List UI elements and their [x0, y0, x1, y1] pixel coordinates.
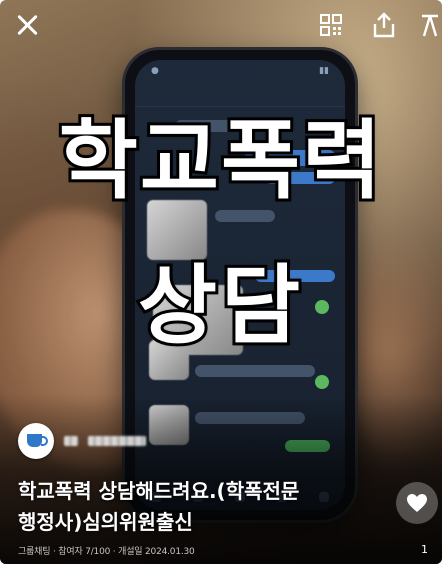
host-row[interactable]: [18, 423, 146, 459]
post-caption: 학교폭력 상담해드려요.(학폭전문 행정사)심의위원출신: [18, 479, 300, 534]
post-meta: 그룹채팅 · 참여자 7/100 · 개설일 2024.01.30: [18, 547, 195, 557]
host-name-blurred: [64, 436, 78, 446]
phone-message: [195, 365, 315, 377]
share-icon[interactable]: [372, 12, 396, 38]
like-button[interactable]: [396, 482, 438, 524]
close-icon[interactable]: [14, 12, 40, 38]
coffee-cup-icon: [27, 434, 48, 447]
more-icon[interactable]: [418, 12, 442, 38]
overlay-title-line1: 학교폭력: [56, 108, 384, 214]
phone-sticker: [315, 375, 329, 389]
avatar[interactable]: [18, 423, 54, 459]
open-chat-detail-card: ● ▮▮ 학교폭력 상담 학교폭력 상담해드려요.(학폭전문 행정사)심의위원출…: [0, 0, 442, 564]
page-number: 1: [421, 543, 428, 556]
overlay-title-line2: 상담: [135, 253, 305, 359]
phone-status-bar: ● ▮▮: [151, 66, 329, 76]
host-name-blurred: [88, 436, 146, 446]
qr-code-icon[interactable]: [320, 14, 342, 36]
heart-icon: [407, 494, 427, 512]
